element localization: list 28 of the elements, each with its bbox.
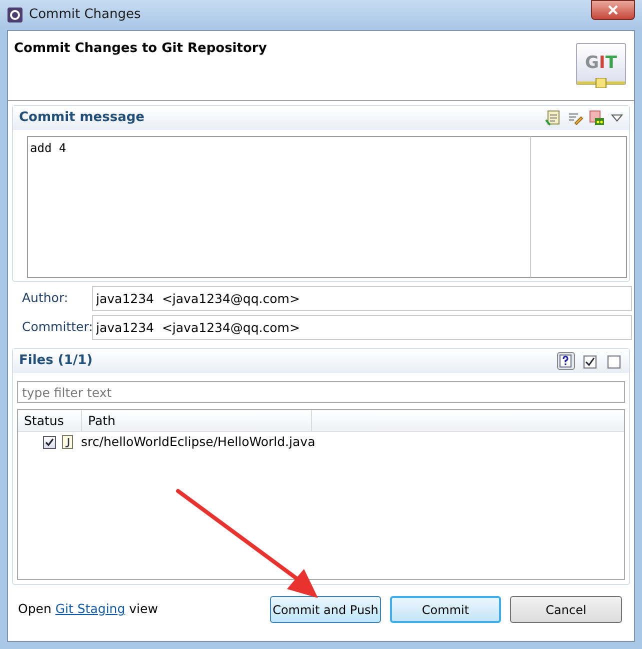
window-title: Commit Changes: [29, 6, 141, 24]
close-button[interactable]: [591, 0, 635, 20]
untracked-toggle[interactable]: [557, 352, 575, 370]
checkbox[interactable]: [43, 436, 56, 448]
dialog-button[interactable]: Commit: [390, 596, 501, 623]
close-icon: [608, 5, 618, 15]
git-logo: GIT: [576, 43, 626, 85]
dropdown-icon[interactable]: [611, 114, 623, 122]
sign-off-icon[interactable]: [589, 110, 605, 126]
staging-hint: Open Git Staging view: [18, 600, 158, 618]
file-path[interactable]: src/helloWorldEclipse/HelloWorld.java: [81, 432, 316, 452]
commit-message-field[interactable]: add 4: [27, 136, 530, 278]
field-label: Author:: [22, 289, 70, 308]
app-icon: [7, 7, 23, 23]
committer-field[interactable]: java1234 <java1234@qq.com>: [92, 315, 632, 340]
section-title: Commit message: [19, 109, 144, 128]
author-field[interactable]: java1234 <java1234@qq.com>: [92, 286, 632, 311]
column-header[interactable]: Status: [18, 410, 82, 431]
column-header[interactable]: Path: [82, 410, 312, 431]
filter-field[interactable]: type filter text: [17, 381, 625, 403]
document-icon[interactable]: [545, 110, 561, 126]
dialog-button[interactable]: Commit and Push: [270, 596, 381, 623]
section-title: Files (1/1): [19, 352, 93, 370]
field-label: Committer:: [22, 318, 92, 336]
dialog-title: Commit Changes to Git Repository: [14, 40, 267, 58]
java-file-icon: [62, 435, 73, 449]
dialog-button[interactable]: Cancel: [510, 596, 622, 623]
git-staging-link[interactable]: Git Staging: [55, 601, 126, 616]
